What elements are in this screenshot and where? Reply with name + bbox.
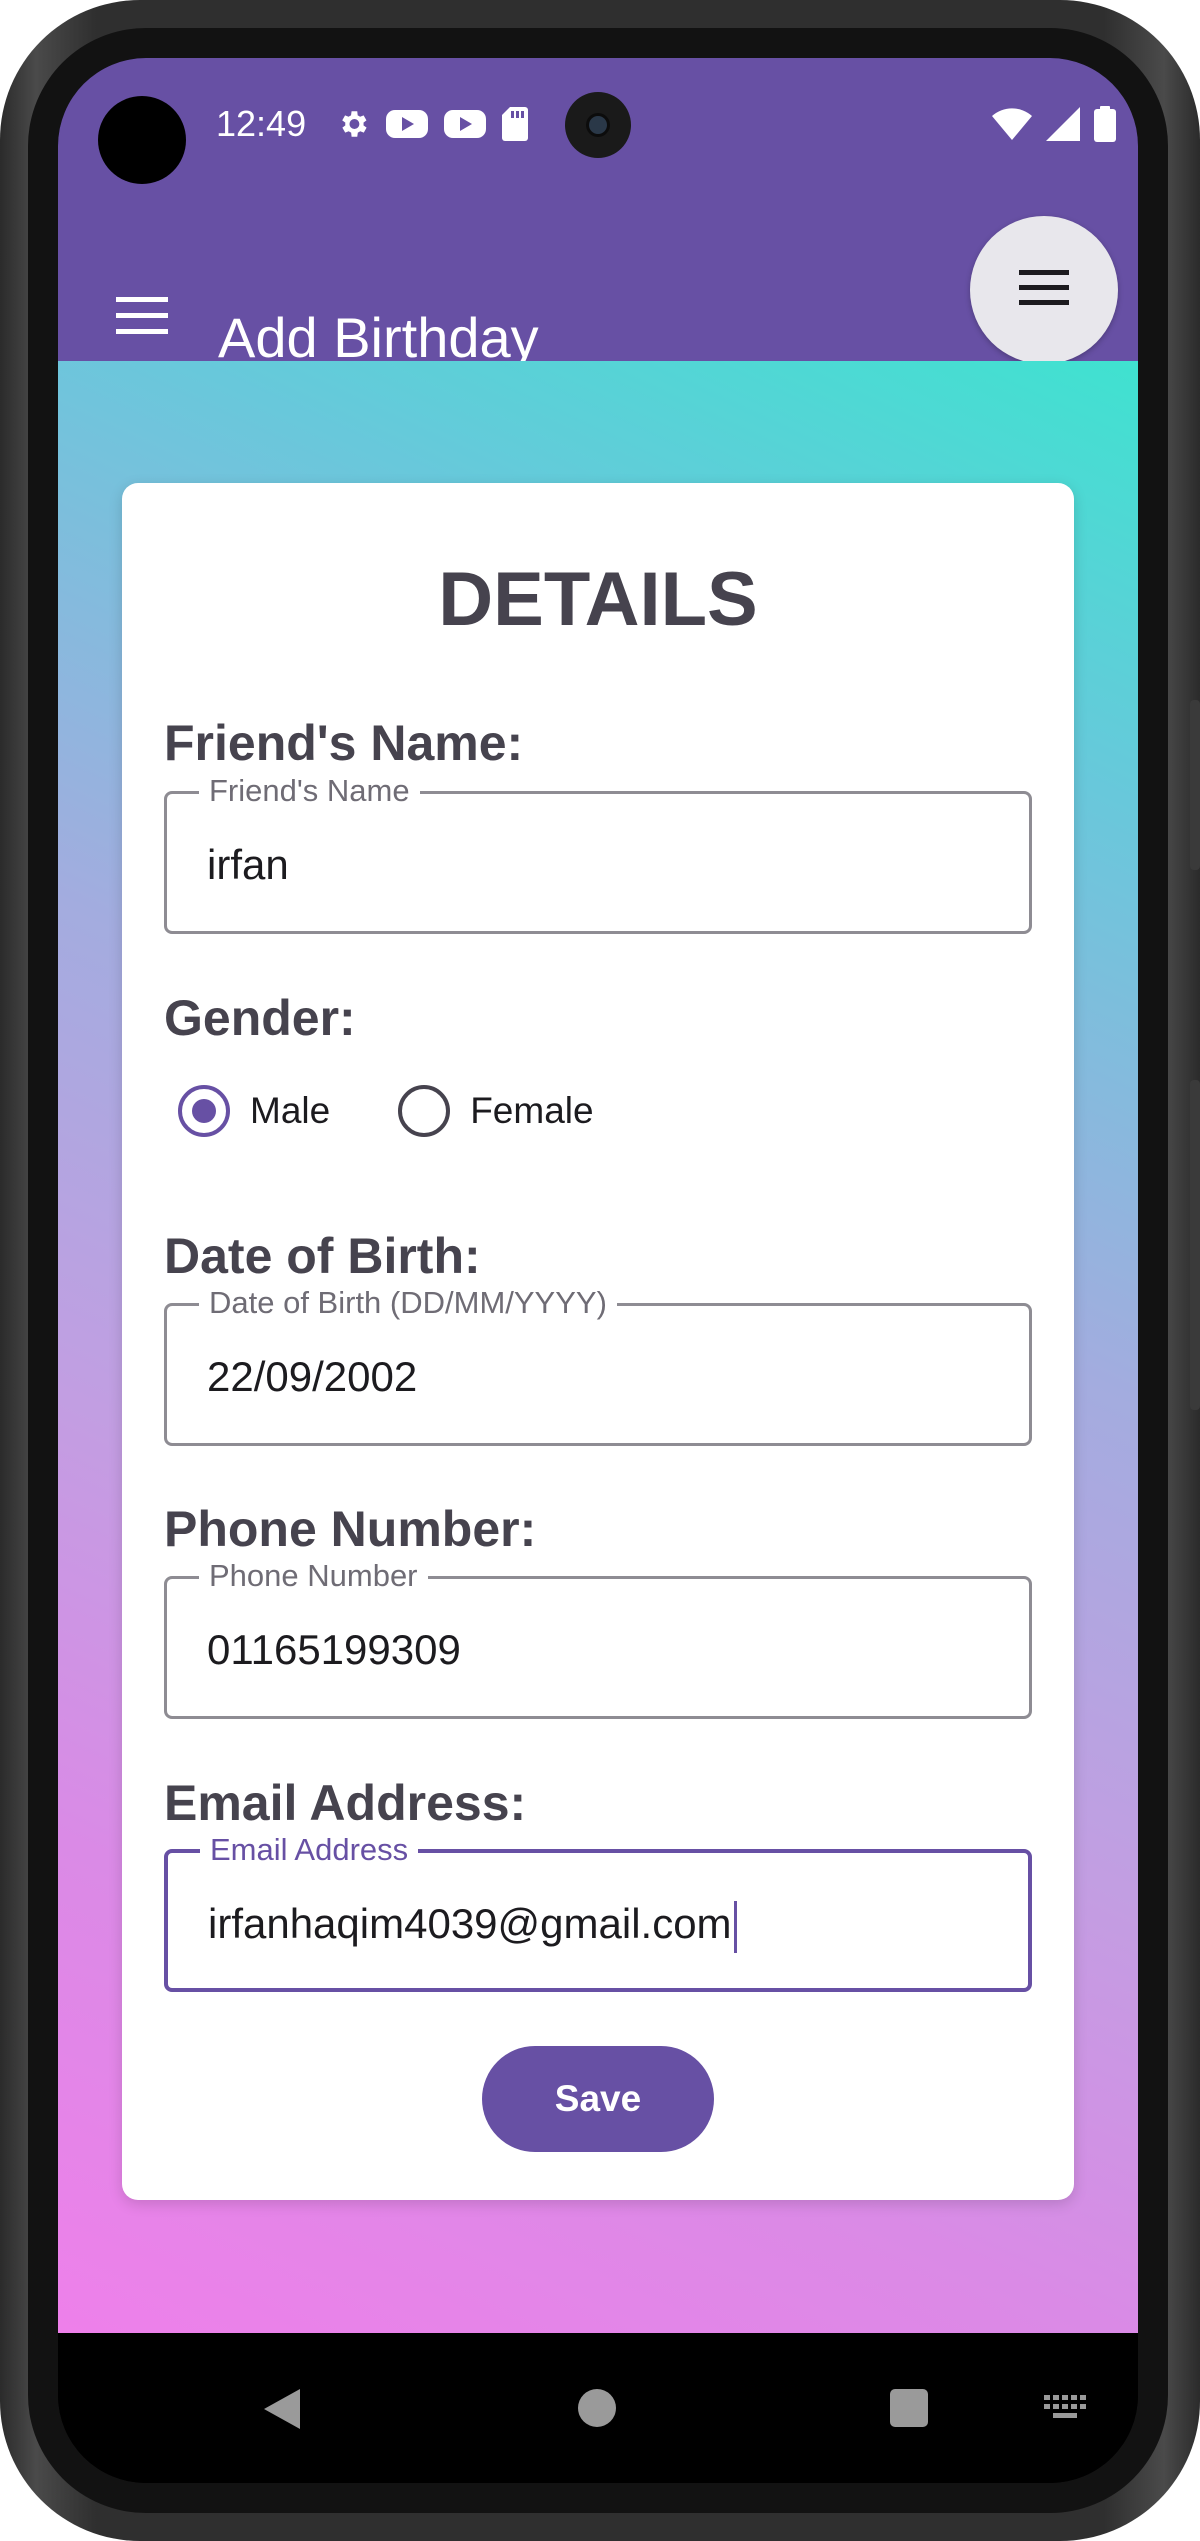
radio-female[interactable] [398,1085,451,1137]
email-field[interactable]: Email Address irfanhaqim4039@gmail.com [164,1831,1032,1992]
phone-value: 01165199309 [207,1626,461,1673]
phone-heading: Phone Number: [164,1501,537,1557]
keyboard-icon[interactable] [1044,2395,1088,2419]
email-value: irfanhaqim4039@gmail.com [208,1900,732,1947]
dob-label: Date of Birth (DD/MM/YYYY) [199,1284,617,1322]
status-system-icons [992,105,1116,147]
recents-icon[interactable] [890,2389,928,2427]
menu-icon [1019,269,1069,311]
friend-name-label: Friend's Name [199,772,420,810]
power-button [1190,700,1200,870]
gender-option-male[interactable]: Male [178,1085,330,1137]
details-card: DETAILS Friend's Name: Friend's Name irf… [122,483,1074,2200]
email-heading: Email Address: [164,1775,527,1831]
menu-icon [116,296,168,340]
phone-field[interactable]: Phone Number 01165199309 [164,1557,1032,1719]
back-icon[interactable] [264,2389,300,2429]
gender-option-female[interactable]: Female [398,1085,594,1137]
battery-icon [1094,105,1116,147]
signal-icon [1046,106,1080,146]
sd-card-icon [502,106,528,146]
friend-name-field[interactable]: Friend's Name irfan [164,772,1032,934]
gender-radio-group: Male Female [178,1085,594,1137]
email-value-wrap: irfanhaqim4039@gmail.com [208,1899,737,1953]
radio-male[interactable] [178,1085,230,1137]
radio-female-label: Female [470,1090,594,1131]
front-camera [565,92,631,158]
screen: 12:49 Add Birthday DETAILS Friend's Name… [58,58,1138,2483]
status-time: 12:49 [216,103,307,144]
home-icon[interactable] [578,2389,616,2427]
email-label: Email Address [200,1831,419,1869]
friend-name-heading: Friend's Name: [164,715,524,771]
overflow-menu-button[interactable] [970,216,1118,364]
text-cursor [733,1900,737,1953]
status-notification-icons [336,106,528,146]
phone-frame: 12:49 Add Birthday DETAILS Friend's Name… [0,0,1200,2541]
youtube-icon [386,108,428,145]
dob-field[interactable]: Date of Birth (DD/MM/YYYY) 22/09/2002 [164,1284,1032,1446]
content-area: DETAILS Friend's Name: Friend's Name irf… [58,361,1138,2333]
card-title: DETAILS [438,557,758,642]
settings-icon [336,107,370,146]
top-app-bar: 12:49 Add Birthday [58,58,1138,369]
dob-value: 22/09/2002 [207,1353,418,1400]
gender-heading: Gender: [164,990,356,1046]
save-button[interactable]: Save [482,2046,714,2152]
dob-heading: Date of Birth: [164,1228,481,1284]
navigation-menu-button[interactable] [102,278,182,358]
camera-cutout [98,96,186,184]
wifi-icon [992,107,1032,145]
volume-button [1190,1080,1200,1410]
phone-label: Phone Number [199,1557,428,1595]
friend-name-value: irfan [207,841,289,888]
youtube-icon [444,108,486,145]
system-navigation-bar [58,2333,1138,2483]
radio-male-label: Male [250,1090,331,1131]
